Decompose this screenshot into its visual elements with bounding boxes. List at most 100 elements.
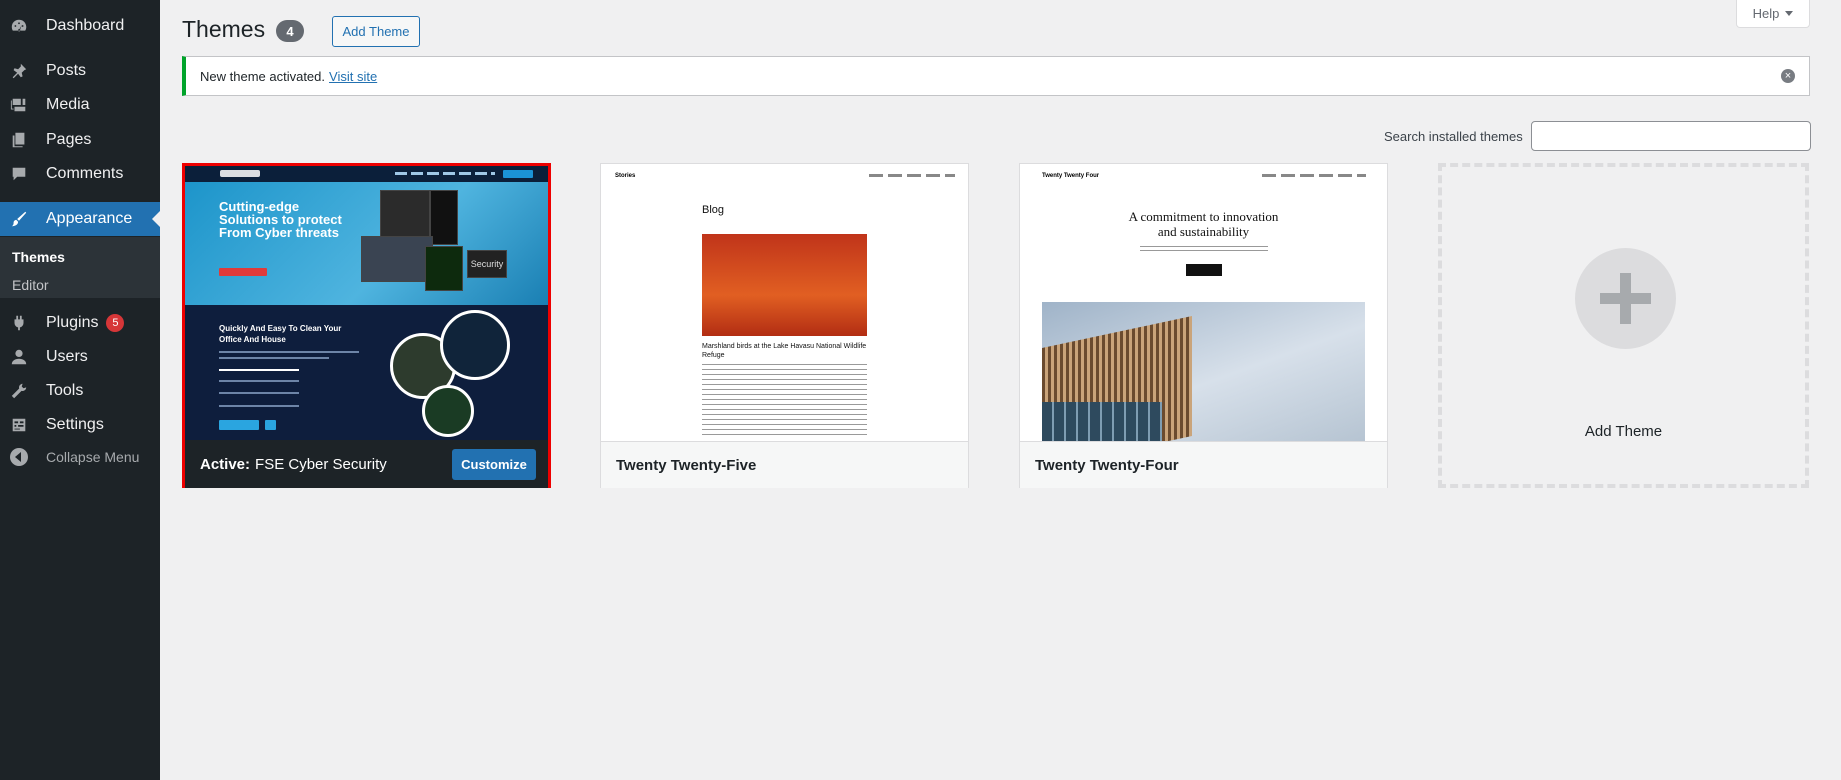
preview-subtext bbox=[1140, 246, 1268, 254]
theme-screenshot[interactable]: Stories Blog Marshland birds at the Lake… bbox=[601, 164, 968, 441]
sidebar-item-settings[interactable]: Settings bbox=[0, 408, 160, 442]
add-new-theme-label: Add Theme bbox=[1584, 423, 1663, 440]
preview-brand: Twenty Twenty Four bbox=[1042, 173, 1100, 179]
settings-icon bbox=[9, 415, 29, 435]
sidebar-item-label: Dashboard bbox=[46, 17, 125, 34]
theme-name: Twenty Twenty-Four bbox=[1020, 441, 1387, 488]
help-label: Help bbox=[1752, 6, 1780, 21]
collapse-arrow-icon bbox=[10, 448, 28, 466]
cyber-cta bbox=[219, 268, 267, 276]
sidebar-item-label: Media bbox=[46, 96, 90, 113]
theme-activated-notice: New theme activated. Visit site × bbox=[182, 56, 1810, 96]
theme-count-badge: 4 bbox=[276, 20, 304, 42]
add-new-theme-card[interactable]: Add Theme bbox=[1438, 163, 1809, 488]
collapse-menu-button[interactable]: Collapse Menu bbox=[0, 440, 160, 474]
preview-headline-text: A commitment to innovation and sustainab… bbox=[1128, 209, 1279, 239]
add-theme-button[interactable]: Add Theme bbox=[332, 16, 420, 47]
cyber-subheading: Quickly And Easy To Clean Your Office An… bbox=[219, 324, 342, 344]
comment-icon bbox=[9, 164, 29, 184]
security-tag: Security bbox=[467, 250, 507, 278]
preview-button bbox=[1186, 264, 1222, 276]
preview-headline: A commitment to innovation and sustainab… bbox=[1020, 209, 1387, 239]
preview-brand: Stories bbox=[615, 173, 636, 179]
sidebar-item-media[interactable]: Media bbox=[0, 88, 160, 122]
sidebar-item-dashboard[interactable]: Dashboard bbox=[0, 9, 160, 43]
theme-screenshot[interactable]: Twenty Twenty Four A commitment to innov… bbox=[1020, 164, 1387, 441]
theme-name-bar: Active: FSE Cyber Security Customize bbox=[185, 440, 548, 488]
sidebar-item-comments[interactable]: Comments bbox=[0, 157, 160, 191]
theme-name: FSE Cyber Security bbox=[255, 455, 387, 473]
media-icon bbox=[9, 95, 29, 115]
cyber-hero: Cutting-edge Solutions to protect From C… bbox=[185, 166, 548, 305]
collapse-menu-label: Collapse Menu bbox=[46, 449, 140, 465]
cyber-logo bbox=[220, 170, 260, 177]
preview-building-image bbox=[1042, 302, 1365, 441]
text-line bbox=[219, 351, 359, 353]
cyber-about: Quickly And Easy To Clean Your Office An… bbox=[185, 305, 548, 440]
sidebar-item-label: Tools bbox=[46, 382, 84, 399]
building-glass bbox=[1042, 402, 1162, 441]
theme-card-twenty-twenty-four[interactable]: Twenty Twenty Four A commitment to innov… bbox=[1019, 163, 1388, 488]
sidebar-item-tools[interactable]: Tools bbox=[0, 374, 160, 408]
search-label: Search installed themes bbox=[1384, 129, 1523, 144]
theme-name: Twenty Twenty-Five bbox=[601, 441, 968, 488]
laptop-photo bbox=[361, 236, 433, 282]
notice-text: New theme activated. bbox=[200, 68, 326, 84]
text-line bbox=[219, 405, 299, 407]
preview-birds-image bbox=[702, 234, 867, 336]
code-circle-photo bbox=[440, 310, 510, 380]
visit-site-link[interactable]: Visit site bbox=[329, 69, 377, 84]
plug-icon bbox=[9, 313, 29, 333]
cyber-nav-links bbox=[395, 172, 495, 175]
matrix-photo bbox=[425, 246, 463, 291]
page-title: Themes bbox=[182, 16, 266, 42]
sidebar-item-label: Posts bbox=[46, 62, 87, 79]
plus-icon bbox=[1575, 248, 1676, 349]
dismiss-notice-icon[interactable]: × bbox=[1781, 69, 1795, 83]
customize-button[interactable]: Customize bbox=[452, 449, 536, 480]
appearance-submenu: Themes Editor bbox=[0, 237, 160, 298]
submenu-item-themes[interactable]: Themes bbox=[12, 249, 65, 265]
text-line bbox=[219, 380, 299, 382]
preview-nav bbox=[1262, 174, 1366, 177]
cyber-headline: Cutting-edge Solutions to protect From C… bbox=[219, 199, 342, 240]
text-line bbox=[219, 369, 299, 371]
cyber-nav bbox=[185, 166, 548, 182]
dashboard-icon bbox=[9, 16, 29, 36]
sidebar-item-appearance[interactable]: Appearance bbox=[0, 202, 160, 236]
sidebar-item-label: Appearance bbox=[46, 210, 133, 227]
text-line bbox=[219, 357, 329, 359]
sidebar-item-label: Pages bbox=[46, 131, 92, 148]
sidebar-item-label: Settings bbox=[46, 416, 104, 433]
theme-screenshot[interactable]: Cutting-edge Solutions to protect From C… bbox=[185, 166, 548, 440]
paintbrush-icon bbox=[9, 209, 29, 229]
theme-card-twenty-twenty-five[interactable]: Stories Blog Marshland birds at the Lake… bbox=[600, 163, 969, 488]
sidebar-item-pages[interactable]: Pages bbox=[0, 123, 160, 157]
cyber-nav-button bbox=[503, 170, 533, 178]
submenu-item-editor[interactable]: Editor bbox=[12, 277, 49, 293]
help-tab-button[interactable]: Help bbox=[1736, 0, 1810, 28]
preview-caption: Marshland birds at the Lake Havasu Natio… bbox=[702, 343, 867, 359]
pin-icon bbox=[9, 61, 29, 81]
about-button bbox=[219, 420, 259, 430]
text-line bbox=[219, 392, 299, 394]
sidebar-item-label: Plugins bbox=[46, 314, 99, 331]
user-icon bbox=[9, 347, 29, 367]
preview-heading: Blog bbox=[702, 204, 725, 216]
preview-nav bbox=[869, 174, 955, 177]
preview-body-text bbox=[702, 364, 867, 439]
wrench-icon bbox=[9, 381, 29, 401]
phone-icon bbox=[265, 420, 276, 430]
sidebar-item-label: Users bbox=[46, 348, 88, 365]
sidebar-item-users[interactable]: Users bbox=[0, 340, 160, 374]
plugins-update-badge: 5 bbox=[106, 314, 125, 332]
active-label: Active: bbox=[200, 455, 251, 473]
sidebar-item-posts[interactable]: Posts bbox=[0, 54, 160, 88]
theme-card-active[interactable]: Cutting-edge Solutions to protect From C… bbox=[182, 163, 551, 488]
admin-sidebar: Dashboard Posts Media Pages Comments App… bbox=[0, 0, 160, 780]
search-themes-input[interactable] bbox=[1531, 121, 1811, 151]
pages-icon bbox=[9, 130, 29, 150]
matrix-circle-photo bbox=[422, 385, 474, 437]
sidebar-item-plugins[interactable]: Plugins 5 bbox=[0, 306, 160, 340]
caret-down-icon bbox=[1785, 11, 1794, 16]
